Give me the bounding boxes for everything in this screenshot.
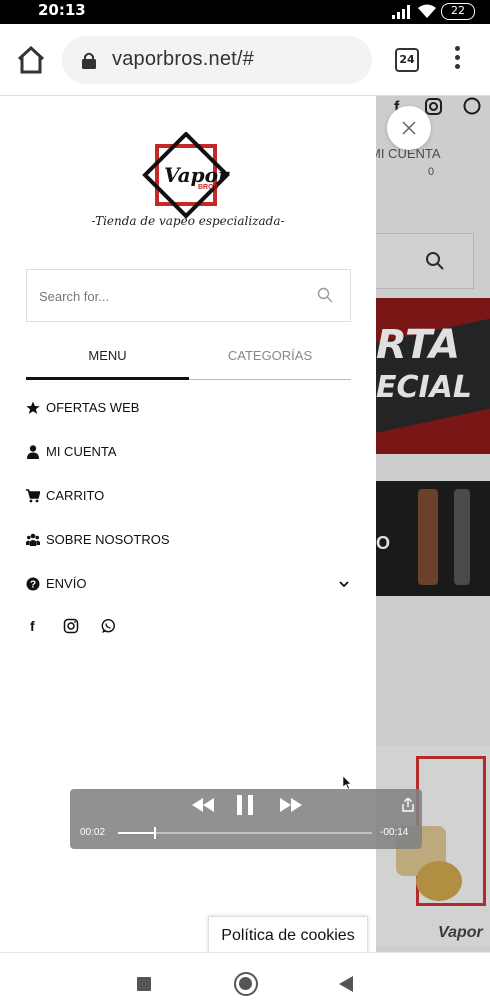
home-icon[interactable] <box>16 46 46 74</box>
status-bar: 20:13 22 <box>0 0 490 24</box>
menu-item-carrito[interactable]: CARRITO <box>26 474 351 518</box>
wifi-icon <box>418 4 436 18</box>
lock-icon <box>82 52 96 69</box>
close-drawer-button[interactable] <box>387 106 431 150</box>
menu-item-sobre-nosotros[interactable]: SOBRE NOSOTROS <box>26 518 351 562</box>
signal-icon <box>392 5 410 19</box>
browser-toolbar: vaporbros.net/# 24 <box>0 24 490 96</box>
facebook-icon[interactable]: f <box>26 618 42 634</box>
url-text[interactable]: vaporbros.net/# <box>112 48 254 71</box>
menu-item-ofertas[interactable]: OFERTAS WEB <box>26 386 351 430</box>
search-icon[interactable] <box>317 287 333 303</box>
search-input[interactable] <box>39 282 299 310</box>
question-icon: ? <box>26 577 40 591</box>
tab-menu[interactable]: MENU <box>26 340 189 380</box>
overflow-menu-icon[interactable] <box>452 46 462 74</box>
current-time: 00:02 <box>80 827 106 838</box>
scrubber-fill <box>118 832 154 834</box>
mouse-cursor-icon <box>343 776 352 790</box>
video-scrubber[interactable] <box>118 827 372 839</box>
tab-categories[interactable]: CATEGORÍAS <box>189 340 351 380</box>
svg-text:Vapor: Vapor <box>164 163 230 187</box>
fast-forward-icon[interactable] <box>280 798 302 812</box>
drawer-social-links: f <box>26 618 146 636</box>
star-icon <box>26 401 40 414</box>
pause-icon[interactable] <box>236 795 254 815</box>
chevron-down-icon[interactable] <box>339 579 349 589</box>
tab-switcher-button[interactable]: 24 <box>395 48 419 72</box>
whatsapp-icon[interactable] <box>100 618 116 634</box>
scrubber-knob[interactable] <box>153 827 156 839</box>
cart-icon <box>26 489 40 503</box>
home-button[interactable] <box>234 972 258 996</box>
back-icon[interactable] <box>339 976 353 992</box>
drawer-menu: OFERTAS WEB MI CUENTA CARRITO SOBRE NOSO… <box>26 386 351 606</box>
drawer-tabs: MENU CATEGORÍAS <box>26 340 351 380</box>
svg-text:BROS: BROS <box>198 184 219 191</box>
close-icon <box>402 121 416 135</box>
video-player: 00:02 -00:14 <box>70 789 422 849</box>
battery-indicator: 22 <box>441 3 475 20</box>
remaining-time: -00:14 <box>380 827 409 838</box>
rewind-icon[interactable] <box>192 798 214 812</box>
instagram-icon[interactable] <box>63 618 79 634</box>
share-icon[interactable] <box>402 798 414 812</box>
logo-tagline: -Tienda de vapeo especializada- <box>91 214 285 228</box>
recents-button[interactable] <box>137 977 151 991</box>
menu-item-mi-cuenta[interactable]: MI CUENTA <box>26 430 351 474</box>
menu-item-envio[interactable]: ? ENVÍO <box>26 562 351 606</box>
user-icon <box>27 445 39 459</box>
cookie-policy-button[interactable]: Política de cookies <box>208 916 368 954</box>
svg-text:f: f <box>30 618 35 634</box>
clock: 20:13 <box>38 1 86 19</box>
svg-text:?: ? <box>30 580 36 591</box>
search-field[interactable] <box>26 269 351 322</box>
system-nav-bar <box>0 952 490 1000</box>
address-bar[interactable]: vaporbros.net/# <box>62 36 372 84</box>
users-icon <box>26 533 40 546</box>
